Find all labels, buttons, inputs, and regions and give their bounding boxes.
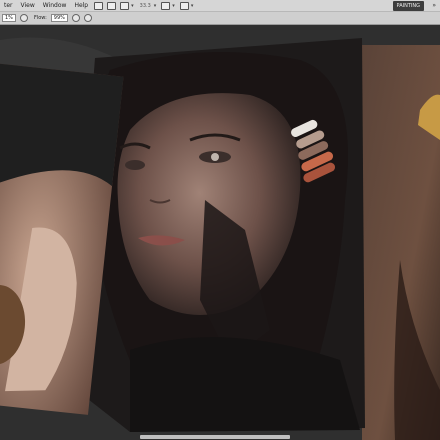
photoshop-window: ter View Window Help ▾ 33.3 ▾ ▾ ▾ PAINTI… (0, 0, 440, 440)
chevron-down-icon[interactable]: ▾ (154, 3, 157, 9)
zoom-level[interactable]: 33.3 (140, 3, 151, 9)
chevron-down-icon[interactable]: ▾ (191, 3, 194, 9)
menu-item-filter[interactable]: ter (0, 0, 17, 12)
right-reference-panel (362, 45, 440, 440)
flow-field[interactable]: 99% (50, 14, 68, 22)
airbrush-icon[interactable] (71, 14, 80, 22)
extras-icon[interactable] (120, 1, 130, 10)
chevron-down-icon[interactable]: ▾ (131, 3, 134, 9)
minibridge-icon[interactable] (107, 1, 117, 10)
menu-item-window[interactable]: Window (39, 0, 71, 12)
document-canvas[interactable] (0, 25, 440, 440)
workspace-switcher[interactable]: PAINTING (392, 1, 424, 11)
pressure-size-icon[interactable] (83, 14, 92, 22)
artwork-composite (0, 25, 440, 440)
screen-mode-icon[interactable] (179, 1, 189, 10)
menu-bar: ter View Window Help ▾ 33.3 ▾ ▾ ▾ PAINTI… (0, 0, 440, 12)
chevron-right-icon[interactable]: » (432, 1, 436, 11)
options-bar: 1% Flow: 99% (0, 12, 440, 25)
chevron-down-icon[interactable]: ▾ (172, 3, 175, 9)
arrange-documents-icon[interactable] (161, 1, 171, 10)
bridge-icon[interactable] (94, 1, 104, 10)
flow-label: Flow: (33, 15, 47, 21)
horizontal-scrollbar[interactable] (140, 435, 290, 439)
brush-size-field[interactable]: 1% (2, 14, 16, 22)
pressure-opacity-icon[interactable] (19, 14, 28, 22)
menu-item-view[interactable]: View (17, 0, 39, 12)
menu-item-help[interactable]: Help (70, 0, 92, 12)
